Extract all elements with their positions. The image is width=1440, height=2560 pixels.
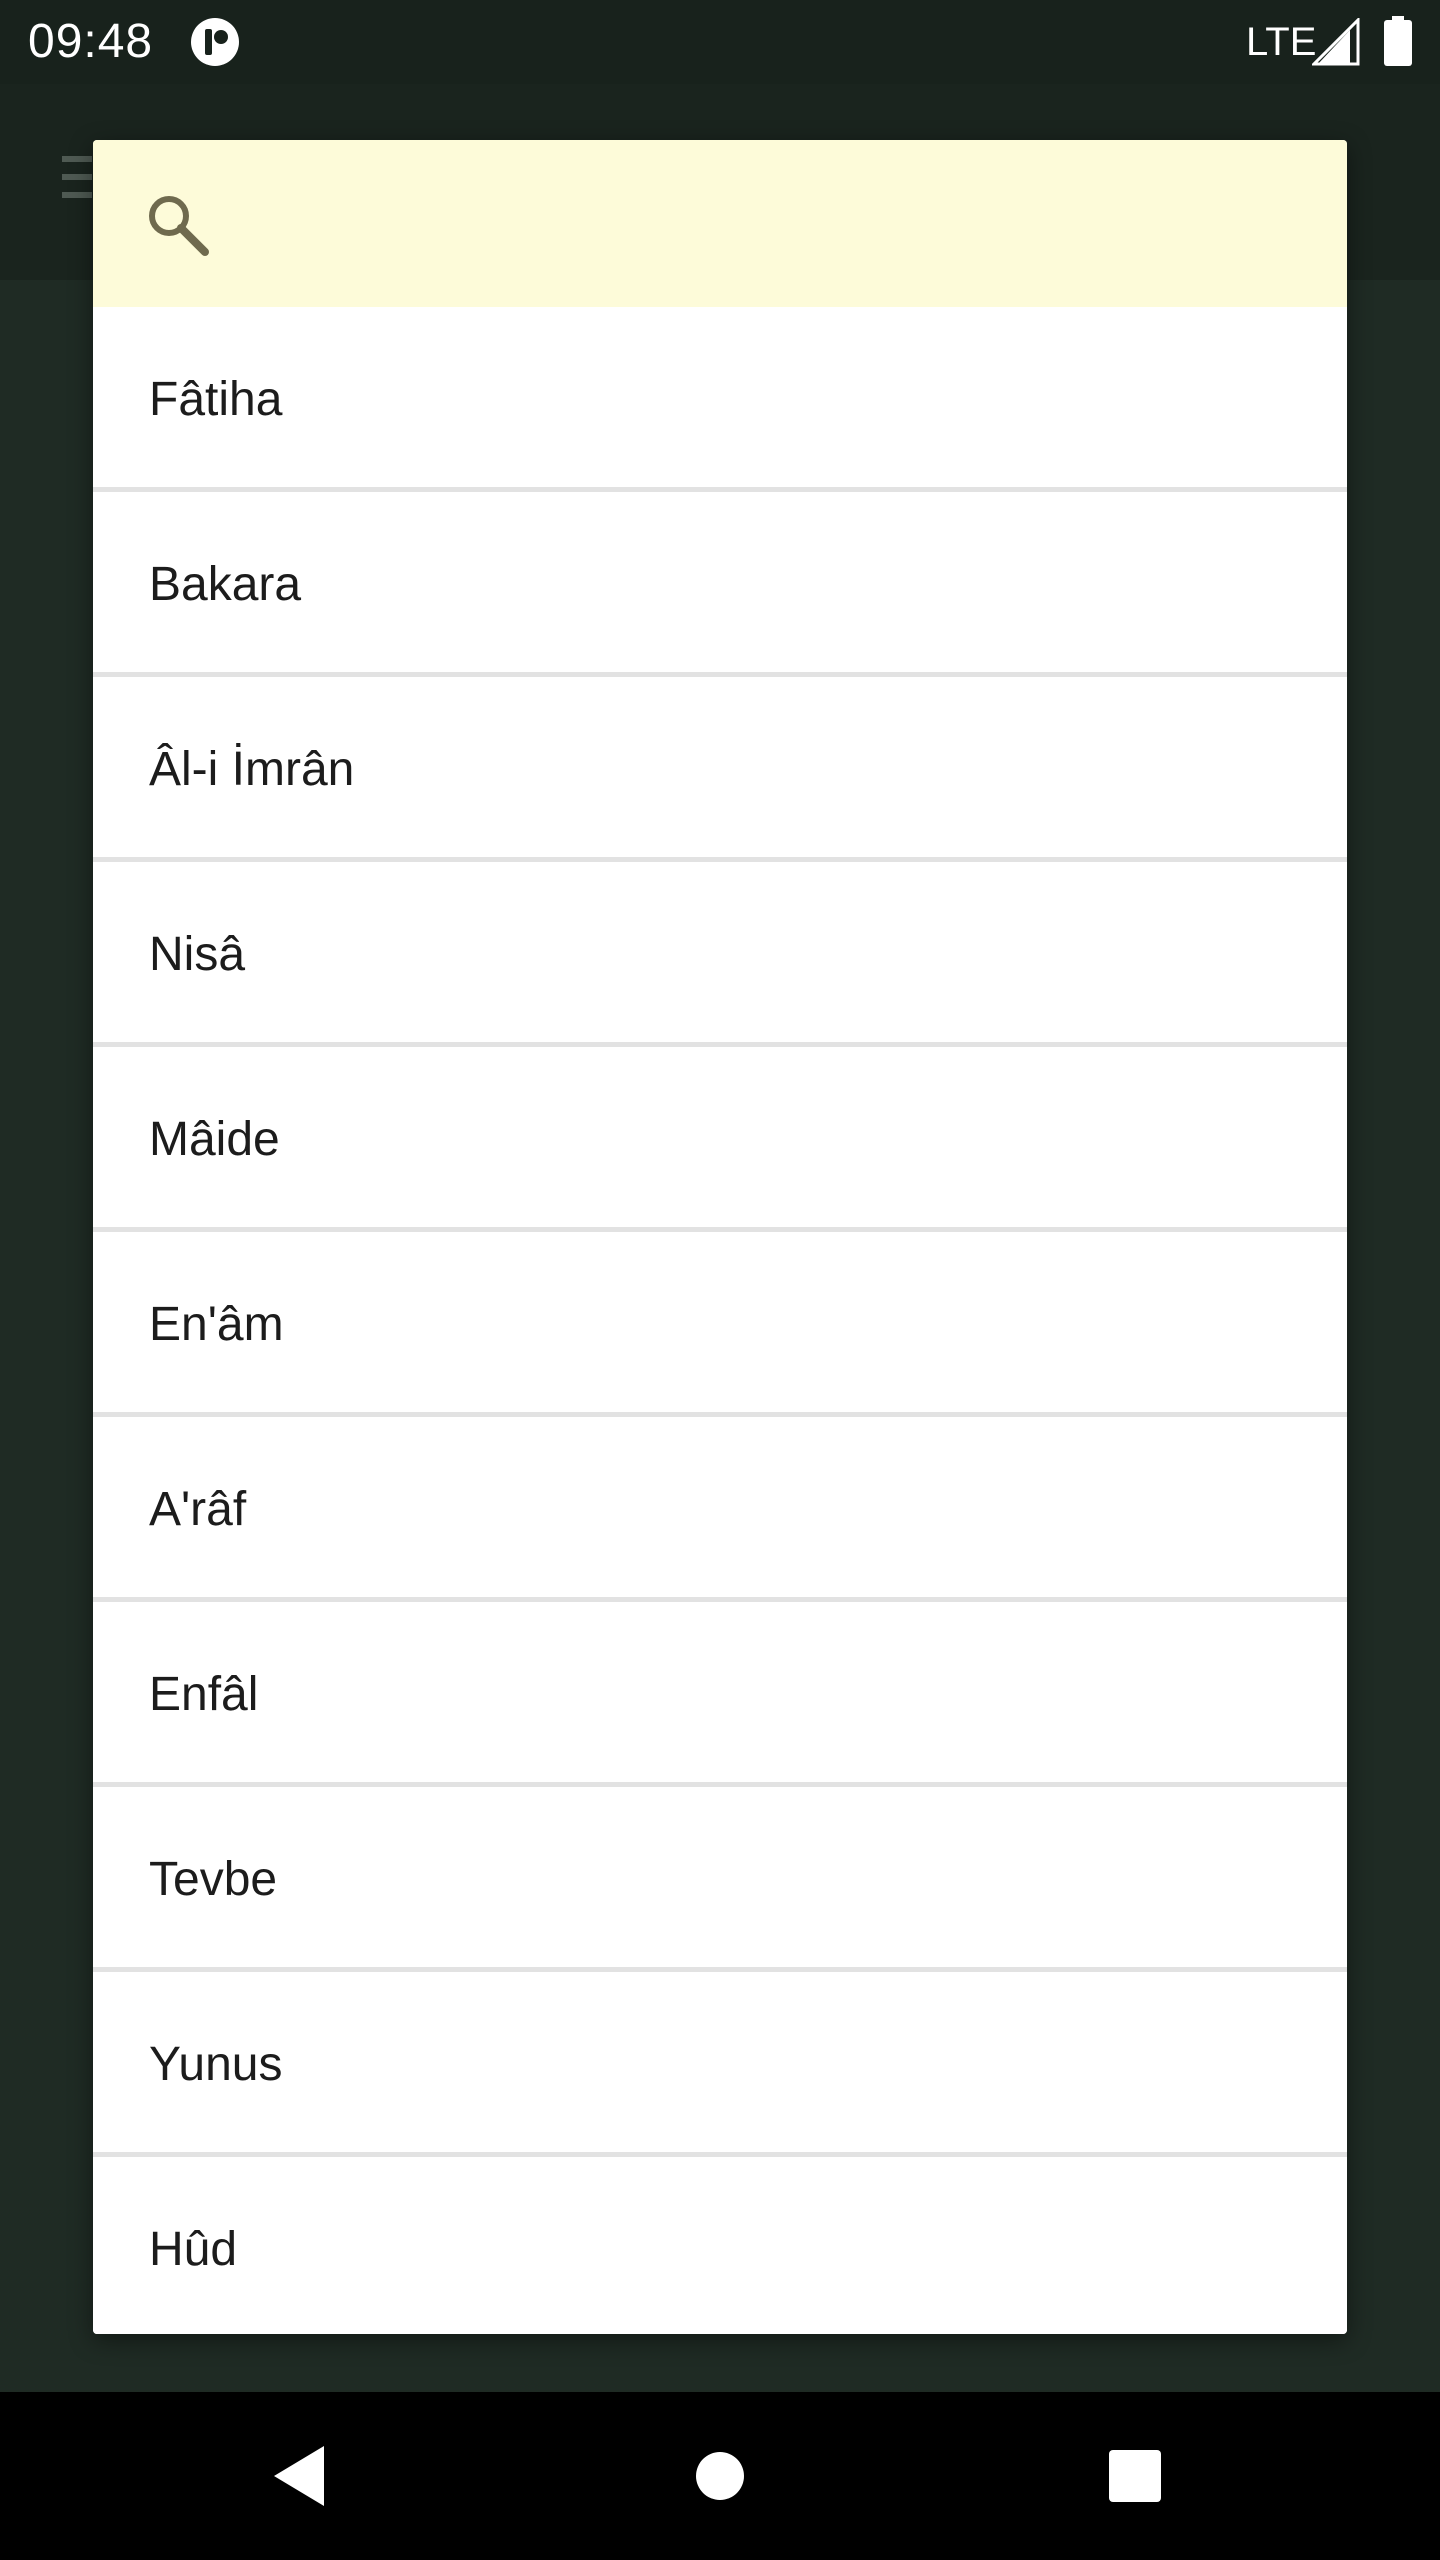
list-item-label: Nisâ <box>149 928 246 981</box>
list-item[interactable]: Fâtiha <box>93 307 1347 492</box>
list-item-label: En'âm <box>149 1298 284 1351</box>
network-type-label: LTE <box>1246 20 1317 64</box>
list-item[interactable]: A'râf <box>93 1417 1347 1602</box>
list-item-label: Yunus <box>149 2038 283 2091</box>
list-item[interactable]: Yunus <box>93 1972 1347 2157</box>
back-triangle-icon[interactable] <box>272 2444 328 2508</box>
list-item[interactable]: Bakara <box>93 492 1347 677</box>
list-item[interactable]: Mâide <box>93 1047 1347 1232</box>
list-item[interactable]: Enfâl <box>93 1602 1347 1787</box>
list-item-label: Mâide <box>149 1113 280 1166</box>
list-item-label: Tevbe <box>149 1853 278 1906</box>
list-item[interactable]: Âl-i İmrân <box>93 677 1347 862</box>
list-item-label: Hûd <box>149 2223 238 2276</box>
battery-full-icon <box>1384 16 1412 66</box>
navigation-bar <box>0 2392 1440 2560</box>
list-item-label: Enfâl <box>149 1668 259 1721</box>
list-item-label: Âl-i İmrân <box>149 743 355 796</box>
recents-square-icon[interactable] <box>1109 2450 1161 2502</box>
surah-picker-dialog: Fâtiha Bakara Âl-i İmrân Nisâ Mâide En'âm A'râ… <box>93 140 1347 2334</box>
list-item-label: A'râf <box>149 1483 247 1536</box>
cell-signal-icon <box>1310 16 1360 66</box>
list-item[interactable]: Tevbe <box>93 1787 1347 1972</box>
notification-app-icon <box>190 17 240 67</box>
status-time: 09:48 <box>28 15 154 68</box>
search-bar <box>93 140 1347 307</box>
list-item[interactable]: En'âm <box>93 1232 1347 1417</box>
search-input[interactable] <box>243 180 1307 272</box>
list-item[interactable]: Nisâ <box>93 862 1347 1047</box>
home-circle-icon[interactable] <box>695 2451 745 2501</box>
list-item[interactable]: Hûd <box>93 2157 1347 2334</box>
list-item-label: Fâtiha <box>149 373 283 426</box>
surah-list: Fâtiha Bakara Âl-i İmrân Nisâ Mâide En'âm A'râ… <box>93 307 1347 2334</box>
search-icon[interactable] <box>143 190 213 260</box>
status-bar: 09:48 LTE <box>0 0 1440 84</box>
list-item-label: Bakara <box>149 558 302 611</box>
